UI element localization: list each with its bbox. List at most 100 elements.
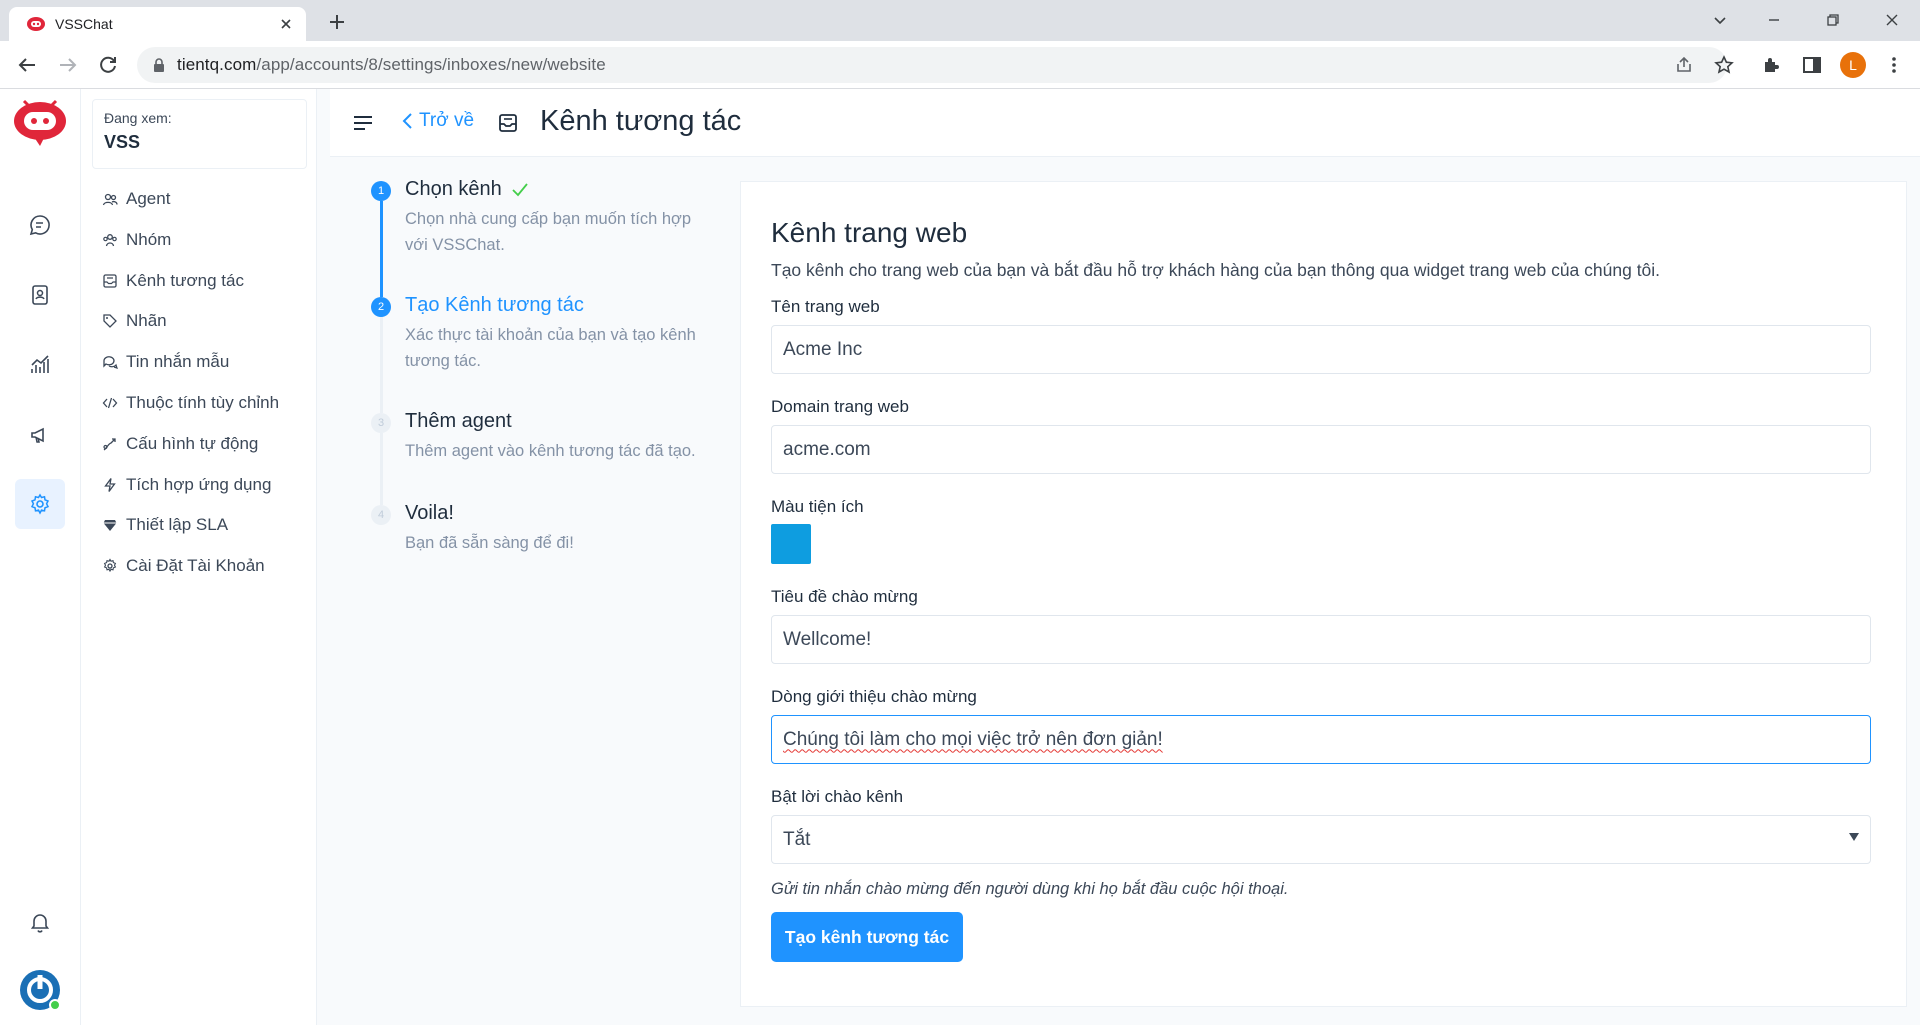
greeting-help-text: Gửi tin nhắn chào mừng đến người dùng kh… bbox=[771, 880, 1289, 898]
hamburger-menu-icon[interactable] bbox=[351, 111, 375, 135]
website-domain-label: Domain trang web bbox=[771, 397, 909, 416]
sidebar-item-label: Agent bbox=[126, 189, 171, 208]
chevron-left-icon bbox=[402, 113, 412, 129]
vsschat-logo[interactable] bbox=[12, 99, 68, 147]
mail-inbox-icon bbox=[102, 273, 118, 289]
caret-down-icon bbox=[1849, 833, 1859, 841]
welcome-heading-input[interactable]: Wellcome! bbox=[771, 615, 1871, 664]
bookmark-star-icon[interactable] bbox=[1712, 53, 1736, 77]
wizard-steps: 1 Chọn kênh Chọn nhà cung cấp bạn muốn t… bbox=[330, 178, 727, 1025]
step-title: Tạo Kênh tương tác bbox=[405, 294, 584, 316]
step-number: 2 bbox=[371, 297, 391, 317]
sidebar-item-label: Thiết lập SLA bbox=[126, 515, 229, 535]
lock-icon bbox=[151, 57, 167, 73]
sidebar-item-label: Nhóm bbox=[126, 229, 172, 249]
account-switcher[interactable]: Đang xem: VSS bbox=[92, 99, 307, 169]
restore-icon[interactable] bbox=[1823, 10, 1843, 30]
browser-tab[interactable]: VSSChat bbox=[9, 7, 306, 41]
wizard-line-active bbox=[380, 201, 383, 297]
welcome-tagline-value: Chúng tôi làm cho mọi việc trở nên đơn g… bbox=[783, 728, 1163, 750]
sidebar-item-9[interactable]: Thiết lập SLA bbox=[102, 510, 228, 540]
automation-icon bbox=[102, 436, 118, 452]
code-icon bbox=[102, 395, 118, 411]
address-bar[interactable]: tientq.com/app/accounts/8/settings/inbox… bbox=[137, 47, 1727, 83]
browser-tab-strip: VSSChat bbox=[0, 0, 1920, 41]
sidebar-item-5[interactable]: Tin nhắn mẫu bbox=[102, 347, 229, 377]
sidebar-item-6[interactable]: Thuộc tính tùy chỉnh bbox=[102, 388, 279, 418]
campaigns-megaphone-icon[interactable] bbox=[24, 419, 56, 451]
sidebar-item-label: Nhãn bbox=[126, 311, 167, 331]
website-domain-input[interactable]: acme.com bbox=[771, 425, 1871, 474]
address-url: tientq.com/app/accounts/8/settings/inbox… bbox=[177, 55, 606, 75]
step-number: 1 bbox=[371, 181, 391, 201]
minimize-icon[interactable] bbox=[1764, 10, 1784, 30]
sidebar-item-7[interactable]: Cấu hình tự động bbox=[102, 429, 258, 459]
profile-avatar[interactable]: L bbox=[1840, 52, 1866, 78]
welcome-tagline-input[interactable]: Chúng tôi làm cho mọi việc trở nên đơn g… bbox=[771, 715, 1871, 764]
sidebar-item-8[interactable]: Tích hợp ứng dụng bbox=[102, 470, 271, 500]
app: Đang xem: VSS Agent Nhóm Kênh tương tác Nhã… bbox=[0, 89, 1920, 1025]
step-title-text: Chọn kênh bbox=[405, 178, 502, 200]
gear-icon bbox=[102, 558, 118, 574]
website-name-label: Tên trang web bbox=[771, 297, 880, 316]
extensions-puzzle-icon[interactable] bbox=[1760, 53, 1784, 77]
welcome-heading-label: Tiêu đề chào mừng bbox=[771, 587, 918, 606]
sidebar-item-10[interactable]: Cài Đặt Tài Khoản bbox=[102, 551, 265, 581]
step-description: Bạn đã sẵn sàng để đi! bbox=[405, 534, 574, 552]
primary-sidebar bbox=[0, 89, 81, 1025]
step-title: Thêm agent bbox=[405, 410, 512, 432]
conversations-icon[interactable] bbox=[24, 209, 56, 241]
browser-toolbar: tientq.com/app/accounts/8/settings/inbox… bbox=[0, 41, 1920, 89]
sidebar-item-3[interactable]: Kênh tương tác bbox=[102, 266, 244, 296]
greeting-select-value: Tắt bbox=[783, 828, 811, 850]
step-title: Voila! bbox=[405, 502, 454, 524]
greeting-toggle-label: Bật lời chào kênh bbox=[771, 787, 904, 806]
greeting-select[interactable]: Tắt bbox=[771, 815, 1871, 864]
sidebar-item-label: Thuộc tính tùy chỉnh bbox=[126, 393, 280, 412]
page-title: Kênh tương tác bbox=[540, 105, 742, 137]
sidebar-item-4[interactable]: Nhãn bbox=[102, 306, 167, 336]
sidebar-item-1[interactable]: Agent bbox=[102, 184, 170, 214]
reports-icon[interactable] bbox=[24, 349, 56, 381]
form-title: Kênh trang web bbox=[771, 217, 968, 248]
url-path: /app/accounts/8/settings/inboxes/new/web… bbox=[256, 55, 606, 74]
share-icon[interactable] bbox=[1672, 53, 1696, 77]
close-tab-icon[interactable] bbox=[278, 16, 294, 32]
tab-search-chevron-icon[interactable] bbox=[1710, 10, 1730, 30]
contacts-icon[interactable] bbox=[24, 279, 56, 311]
step-description: Thêm agent vào kênh tương tác đã tạo. bbox=[405, 442, 696, 460]
settings-gear-icon[interactable] bbox=[15, 479, 65, 529]
sidebar-item-label: Cấu hình tự động bbox=[126, 433, 259, 453]
url-host: tientq.com bbox=[177, 55, 257, 74]
close-window-icon[interactable] bbox=[1882, 10, 1902, 30]
back-link[interactable]: Trở về bbox=[401, 110, 474, 132]
checkmark-icon bbox=[512, 182, 528, 196]
side-panel-icon[interactable] bbox=[1800, 53, 1824, 77]
people-team-icon bbox=[102, 232, 118, 248]
tag-icon bbox=[102, 313, 118, 329]
welcome-tagline-label: Dòng giới thiệu chào mừng bbox=[771, 687, 977, 706]
flash-icon bbox=[102, 477, 118, 493]
sidebar-item-label: Tin nhắn mẫu bbox=[126, 352, 230, 372]
step-title: Chọn kênh bbox=[405, 178, 530, 201]
notifications-bell-icon[interactable] bbox=[24, 906, 56, 938]
step-description: Xác thực tài khoản của bạn và tạo kênh t… bbox=[405, 326, 696, 370]
sidebar-item-2[interactable]: Nhóm bbox=[102, 225, 171, 255]
browser-tab-title: VSSChat bbox=[55, 16, 113, 32]
website-channel-form: Kênh trang web Tạo kênh cho trang web củ… bbox=[740, 181, 1907, 1007]
create-inbox-button[interactable]: Tạo kênh tương tác bbox=[771, 912, 963, 962]
sidebar-item-label: Kênh tương tác bbox=[126, 270, 244, 290]
website-name-input[interactable]: Acme Inc bbox=[771, 325, 1871, 374]
forward-arrow-icon[interactable] bbox=[56, 53, 80, 77]
reload-icon[interactable] bbox=[96, 53, 120, 77]
sla-icon bbox=[102, 517, 118, 533]
widget-color-picker[interactable] bbox=[771, 524, 811, 564]
back-arrow-icon[interactable] bbox=[15, 53, 39, 77]
people-icon bbox=[102, 191, 118, 207]
user-avatar[interactable] bbox=[19, 969, 61, 1011]
form-subtitle: Tạo kênh cho trang web của bạn và bắt đầ… bbox=[771, 260, 1661, 280]
new-tab-icon[interactable] bbox=[325, 10, 349, 34]
browser-menu-icon[interactable] bbox=[1882, 53, 1906, 77]
step-description: Chọn nhà cung cấp bạn muốn tích hợp với … bbox=[405, 210, 692, 254]
wizard-line bbox=[380, 433, 383, 505]
